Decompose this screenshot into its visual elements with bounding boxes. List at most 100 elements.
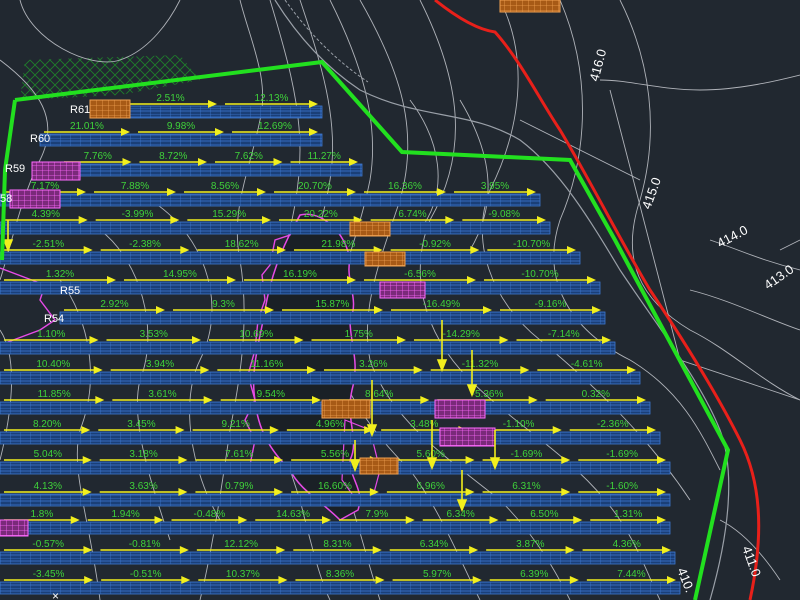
slope-label: 9.54% — [257, 389, 285, 400]
equipment-block — [359, 457, 399, 475]
slope-label: -0.57% — [32, 539, 64, 550]
panel-row-modules — [0, 341, 616, 355]
slope-label: 0.79% — [225, 481, 253, 492]
slope-label: 11.16% — [250, 359, 283, 370]
slope-label: 8.64% — [365, 389, 393, 400]
slope-label: -0.51% — [130, 569, 162, 580]
slope-label: 21.01% — [70, 121, 104, 132]
contour-label-413: 413.0 — [761, 262, 796, 293]
equipment-block — [31, 161, 81, 181]
slope-label: 16.36% — [388, 181, 422, 192]
slope-label: 8.36% — [326, 569, 354, 580]
panel-row-modules — [59, 163, 363, 177]
panel-row-modules — [119, 105, 323, 119]
slope-label: 12.12% — [224, 539, 258, 550]
slope-label: -11.32% — [462, 359, 499, 370]
slope-label: -1.69% — [606, 449, 638, 460]
slope-label: 1.32% — [46, 269, 74, 280]
slope-label: 21.98% — [321, 239, 355, 250]
slope-label: 7.88% — [121, 181, 149, 192]
row-label-58: 58 — [0, 193, 12, 205]
panel-row-modules — [0, 461, 671, 475]
slope-label: 16.60% — [318, 481, 352, 492]
panel-row-modules — [0, 193, 541, 207]
slope-label: 6.34% — [420, 539, 448, 550]
slope-label: 4.36% — [613, 539, 641, 550]
slope-label: 7.9% — [365, 509, 388, 520]
slope-label: 3.53% — [140, 329, 168, 340]
slope-label: -4.61% — [571, 359, 603, 370]
slope-label: 20.22% — [304, 209, 338, 220]
slope-label: 6.96% — [417, 481, 445, 492]
panel-row-modules — [0, 431, 661, 445]
row-label-r54: R54 — [44, 313, 64, 325]
slope-label: 3.94% — [146, 359, 174, 370]
slope-label: 9.3% — [212, 299, 235, 310]
slope-label: -9.16% — [535, 299, 567, 310]
slope-label: 14.63% — [276, 509, 310, 520]
equipment-block — [89, 99, 131, 119]
slope-label: 8.72% — [159, 151, 187, 162]
slope-label: 3.61% — [148, 389, 176, 400]
slope-label: 2.92% — [100, 299, 128, 310]
panel-row-modules — [0, 551, 676, 565]
slope-label: 5.04% — [34, 449, 62, 460]
contour-label-416: 416.0 — [586, 47, 609, 82]
panel-row: 7.76% 8.72% 7.62% 11.27% — [59, 151, 363, 177]
slope-label: 3.95% — [481, 181, 509, 192]
slope-label: 10.69% — [239, 329, 273, 340]
slope-label: 6.50% — [530, 509, 558, 520]
slope-label: 10.37% — [226, 569, 260, 580]
slope-label: -1.60% — [606, 481, 638, 492]
slope-label: 6.34% — [446, 509, 474, 520]
panel-row-modules — [0, 521, 671, 535]
equipment-block — [321, 399, 371, 419]
slope-label: 2.51% — [156, 93, 184, 104]
slope-label: -10.70% — [513, 239, 550, 250]
panel-row: 7.17% 7.88% 8.56% 20.70% 16.36% 3.95% — [0, 181, 541, 207]
row-label-r61: R61 — [70, 104, 90, 116]
slope-label: -2.38% — [129, 239, 161, 250]
slope-label: -6.56% — [404, 269, 436, 280]
slope-label: -9.08% — [488, 209, 520, 220]
equipment-block — [434, 399, 486, 419]
row-label-r55: R55 — [60, 285, 80, 297]
panel-row: 2.51% 12.13% — [119, 93, 323, 119]
contour-label-415: 415.0 — [639, 175, 664, 211]
panel-row-modules — [0, 251, 581, 265]
slope-label: -16.49% — [423, 299, 460, 310]
slope-label: 11.27% — [308, 151, 341, 162]
slope-label: 3.45% — [127, 419, 155, 430]
slope-label: 3.18% — [129, 449, 157, 460]
equipment-block — [9, 189, 61, 209]
slope-label: 14.95% — [163, 269, 197, 280]
slope-label: 12.13% — [255, 93, 289, 104]
slope-label: 1.75% — [345, 329, 373, 340]
slope-label: 6.74% — [398, 209, 426, 220]
slope-label: 6.31% — [512, 481, 540, 492]
row-label-r60: R60 — [30, 133, 50, 145]
slope-label: 7.62% — [235, 151, 263, 162]
slope-label: 7.76% — [84, 151, 112, 162]
slope-label: 9.21% — [222, 419, 250, 430]
slope-label: -3.99% — [122, 209, 154, 220]
contour-label-411: 411.0 — [739, 544, 764, 579]
slope-label: -1.10% — [503, 419, 535, 430]
equipment-block — [379, 281, 426, 299]
slope-label: 1.31% — [614, 509, 642, 520]
slope-label: 6.39% — [520, 569, 548, 580]
slope-label: 1.94% — [111, 509, 139, 520]
slope-label: -3.45% — [33, 569, 65, 580]
slope-label: -2.51% — [32, 239, 64, 250]
equipment-block — [349, 221, 391, 237]
slope-label: 8.56% — [211, 181, 239, 192]
cursor-x: × — [52, 589, 59, 600]
slope-label: 7.44% — [617, 569, 645, 580]
slope-label: 10.40% — [36, 359, 70, 370]
equipment-block — [439, 427, 496, 447]
slope-label: 1.8% — [30, 509, 53, 520]
site-plan-drawing: 2.51% 12.13%21.01% 9.98% 12.69%7.76% 8.72% 7.… — [0, 0, 800, 600]
panel-row: -3.45% -0.51% 10.37% 8.36% 5.97% 6.39% 7.44% — [0, 569, 681, 595]
slope-label: -2.36% — [597, 419, 629, 430]
slope-label: 15.29% — [212, 209, 246, 220]
